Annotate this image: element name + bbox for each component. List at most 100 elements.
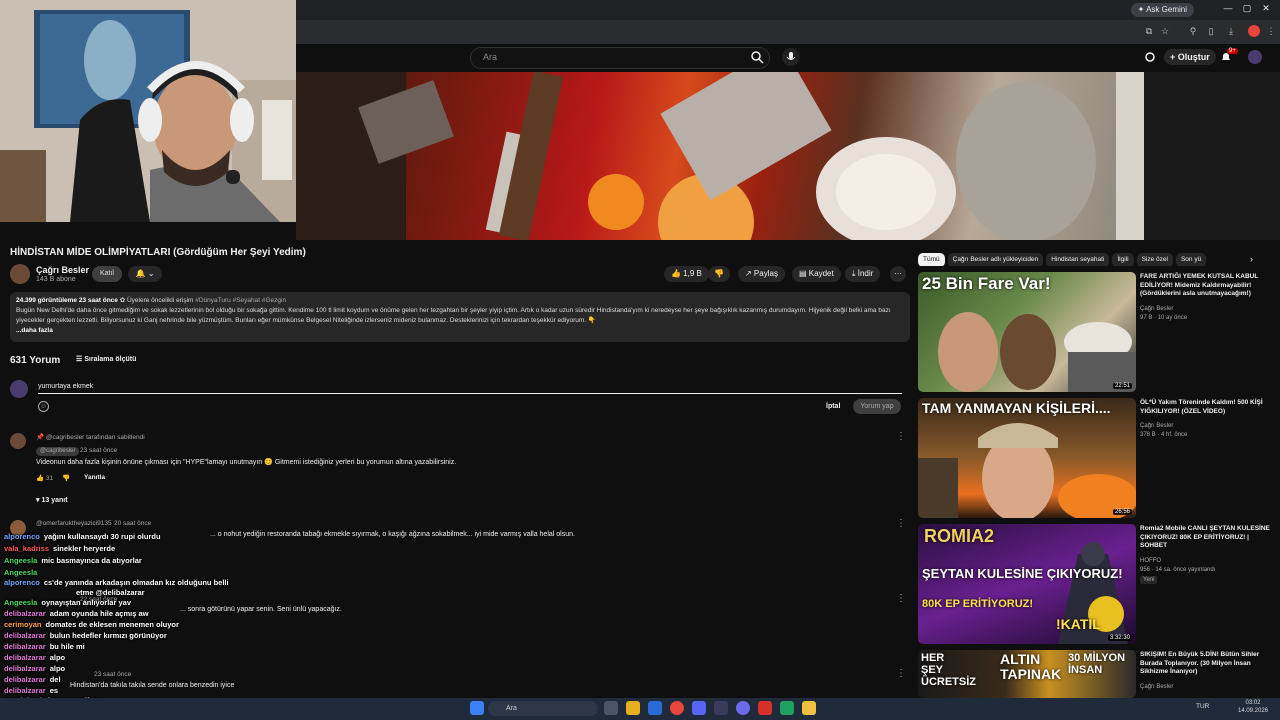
ask-gemini-button[interactable]: ✦ Ask Gemini (1130, 3, 1194, 17)
maximize-button[interactable]: ▢ (1240, 3, 1254, 14)
comment-dislike-button[interactable]: 👎 (62, 474, 70, 482)
view-replies-button[interactable]: ▾ 13 yanıt (36, 496, 68, 504)
comment-menu-icon[interactable]: ⋮ (896, 669, 906, 679)
chrome-taskbar-icon[interactable] (670, 701, 684, 715)
related-meta: 97 B · 10 ay önce (1140, 315, 1188, 321)
chat-username: delibalzarar (4, 664, 46, 673)
minimize-button[interactable]: — (1221, 3, 1235, 13)
related-thumbnail[interactable]: 25 Bin Fare Var! 22:51 (918, 272, 1136, 392)
browser-profile-avatar[interactable] (1248, 25, 1260, 37)
app-icon[interactable] (736, 701, 750, 715)
discord-icon[interactable] (692, 701, 706, 715)
comment-menu-icon[interactable]: ⋮ (896, 519, 906, 529)
related-channel[interactable]: Çağrı Besler (1140, 683, 1173, 691)
filter-chip[interactable]: Tümü (918, 253, 945, 266)
search-icon[interactable] (750, 50, 764, 64)
chat-text: yağını kullansaydı 30 rupi olurdu (43, 532, 161, 541)
comment-author[interactable]: @cagribesler (36, 447, 80, 456)
comment-like-button[interactable]: 👍 31 (36, 474, 53, 482)
sort-comments-button[interactable]: ☰ Sıralama ölçütü (76, 355, 136, 363)
related-video-title[interactable]: FARE ARTIĞI YEMEK KUTSAL KABUL EDİLİYOR!… (1140, 273, 1270, 299)
comment-avatar[interactable] (10, 433, 26, 449)
chat-username: alporenco (4, 578, 40, 587)
filter-chip[interactable]: Çağrı Besler adlı yükleyiciden (947, 253, 1044, 266)
download-icon[interactable]: ⤓ (1226, 26, 1236, 36)
channel-avatar[interactable] (10, 264, 30, 284)
task-view-icon[interactable] (604, 701, 618, 715)
taskbar-clock[interactable]: 03:02 14.09.2026 (1238, 699, 1268, 715)
chat-message: Angeesla mic basmayınca da atıyorlar (4, 556, 142, 565)
chat-message: delibalzarar bulun hedefler kırmızı görün… (4, 631, 167, 640)
related-video-title[interactable]: Romia2 Mobile CANLI ŞEYTAN KULESİNE ÇIKI… (1140, 525, 1270, 551)
comment-author[interactable]: @omerfaruktheyazici9135 (36, 520, 112, 527)
extensions-icon[interactable]: ⚲ (1188, 26, 1198, 36)
filter-chip[interactable]: Son yü (1175, 253, 1207, 266)
chat-message: cerimoyan domates de eklesen menemen oluy… (4, 620, 179, 629)
store-icon[interactable] (648, 701, 662, 715)
chat-username: delibalzarar (4, 653, 46, 662)
language-indicator[interactable]: TUR (1196, 703, 1209, 710)
chat-text: alpo (49, 664, 66, 673)
app-icon[interactable] (802, 701, 816, 715)
close-window-button[interactable]: ✕ (1259, 3, 1273, 14)
filter-chip[interactable]: Hindistan seyahati (1046, 253, 1110, 266)
show-more-link[interactable]: ...daha fazla (16, 326, 904, 336)
cancel-comment-button[interactable]: İptal (826, 403, 840, 410)
filter-chip[interactable]: İlgili (1112, 253, 1134, 266)
webcam-overlay (0, 0, 296, 222)
chat-text: adam oyunda hile açmış aw (49, 609, 149, 618)
comment-reply-button[interactable]: Yanıtla (84, 474, 105, 481)
download-button[interactable]: ⤓ İndir (845, 266, 881, 282)
related-channel[interactable]: HOFFO (1140, 557, 1161, 565)
related-video-title[interactable]: SIKIŞIM! En Büyük 5.DİN! Bütün Sihler Bu… (1140, 651, 1270, 677)
comment-input[interactable] (38, 380, 902, 394)
studio-icon[interactable] (1144, 51, 1156, 63)
bookmark-star-icon[interactable]: ☆ (1160, 26, 1170, 36)
related-channel[interactable]: Çağrı Besler (1140, 422, 1173, 430)
app-icon[interactable] (714, 701, 728, 715)
cast-icon[interactable]: ⧉ (1144, 26, 1154, 36)
related-thumbnail[interactable]: ROMIA2 ŞEYTAN KULESİNE ÇIKIYORUZ! 80K EP… (918, 524, 1136, 644)
clock-date: 14.09.2026 (1238, 708, 1269, 714)
comment-time[interactable]: 20 saat önce (114, 520, 151, 527)
create-button[interactable]: + Oluştur (1164, 49, 1216, 65)
comment-menu-icon[interactable]: ⋮ (896, 594, 906, 604)
filter-chip[interactable]: Size özel (1136, 253, 1173, 266)
account-avatar[interactable] (1248, 50, 1262, 64)
share-button[interactable]: ↗ Paylaş (738, 266, 785, 282)
emoji-picker-icon[interactable]: ☺ (38, 401, 49, 412)
chat-username: delibalzarar (4, 609, 46, 618)
hashtags[interactable]: #DünyaTuru #Seyahat #Gezgin (195, 297, 286, 304)
related-channel[interactable]: Çağrı Besler (1140, 305, 1173, 313)
mic-icon[interactable] (782, 48, 800, 66)
description-box[interactable]: 24.399 görüntüleme 23 saat önce ✿ Üyeler… (10, 292, 910, 342)
subscribe-bell-button[interactable]: 🔔 ⌄ (128, 266, 162, 282)
video-player[interactable] (296, 72, 1144, 240)
more-actions-button[interactable]: ··· (890, 266, 906, 282)
pinned-label: 📌 @cagribesler tarafından sabitlendi (36, 434, 145, 441)
notification-count-badge: 9+ (1227, 48, 1238, 54)
comment-time[interactable]: 23 saat önce (94, 671, 131, 678)
sidepanel-icon[interactable]: ▯ (1206, 26, 1216, 36)
chips-next-icon[interactable]: › (1250, 254, 1253, 264)
app-icon[interactable] (780, 701, 794, 715)
related-thumbnail[interactable]: HER ŞEY ÜCRETSİZ ALTIN TAPINAK 30 MİLYON… (918, 650, 1136, 698)
channel-name[interactable]: Çağrı Besler (36, 265, 89, 275)
start-menu-icon[interactable] (470, 701, 484, 715)
related-thumbnail[interactable]: TAM YANMAYAN KİŞİLERİ.... 26:56 (918, 398, 1136, 518)
comment-menu-icon[interactable]: ⋮ (896, 432, 906, 442)
search-input[interactable]: Ara (470, 47, 770, 69)
comment-time[interactable]: 23 saat önce (80, 447, 117, 454)
chat-username: Angeesla (4, 568, 38, 577)
taskbar-search[interactable]: Ara (488, 701, 598, 716)
file-explorer-icon[interactable] (626, 701, 640, 715)
save-button[interactable]: ▤ Kaydet (792, 266, 841, 282)
related-video-title[interactable]: ÖL*Ü Yakım Töreninde Kaldım! 500 KİŞİ YI… (1140, 399, 1270, 416)
search-placeholder: Ara (483, 52, 498, 62)
join-button[interactable]: Katıl (92, 266, 122, 282)
dislike-button[interactable]: 👎 (708, 266, 730, 282)
like-button[interactable]: 👍 1,9 B (664, 266, 709, 282)
submit-comment-button[interactable]: Yorum yap (853, 399, 901, 414)
browser-menu-icon[interactable]: ⋮ (1266, 26, 1276, 36)
obs-icon[interactable] (758, 701, 772, 715)
